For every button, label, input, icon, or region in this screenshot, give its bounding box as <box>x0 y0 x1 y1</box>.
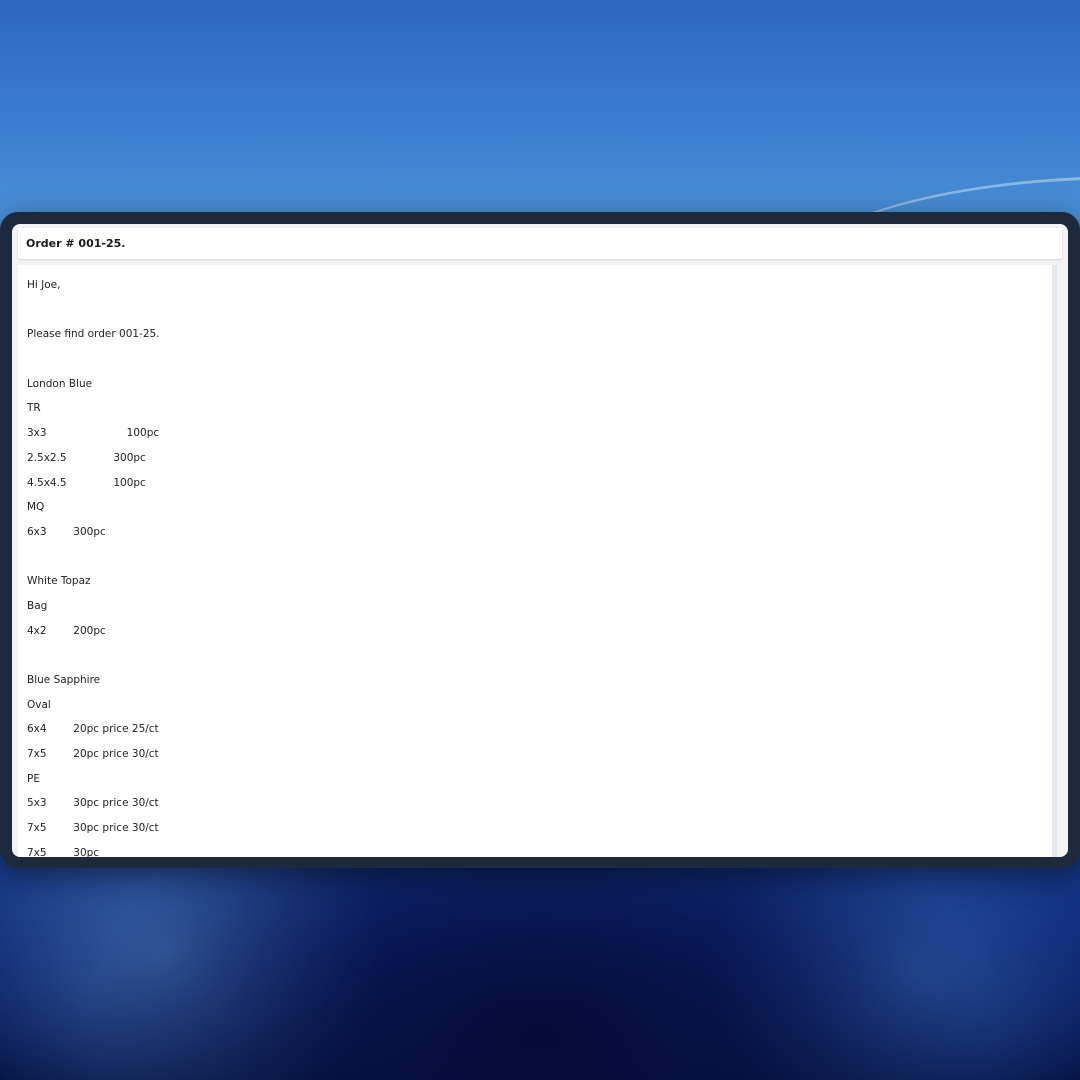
body-line: 4x2 200pc <box>27 624 106 637</box>
body-line <box>27 303 1052 328</box>
body-line: Oval <box>27 698 51 711</box>
body-line: MQ <box>27 501 45 514</box>
email-window: Order # 001-25. Hi Joe, Please find orde… <box>12 224 1068 857</box>
body-line: 6x3 300pc <box>27 525 106 538</box>
body-line: 2.5x2.5 300pc <box>27 451 146 464</box>
body-line: 4.5x4.5 100pc <box>27 476 146 489</box>
body-line: White Topaz <box>27 575 91 588</box>
body-line: 7x5 30pc <box>27 846 100 857</box>
body-line: Hi Joe, <box>27 279 61 291</box>
body-line: 5x3 30pc price 30/ct <box>27 797 159 810</box>
body-line: London Blue <box>27 377 93 390</box>
body-line: PE <box>27 772 40 785</box>
body-line <box>27 352 1052 377</box>
subject-bar: Order # 001-25. <box>18 228 1062 259</box>
body-line: 7x5 20pc price 30/ct <box>27 748 159 761</box>
body-line: TR <box>27 402 41 415</box>
body-line: Please find order 001-25. <box>27 328 160 341</box>
body-line: 6x4 20pc price 25/ct <box>27 723 159 736</box>
body-line: Bag <box>27 599 48 612</box>
body-line <box>27 648 1052 673</box>
email-body[interactable]: Hi Joe, Please find order 001-25. London… <box>18 265 1057 857</box>
email-subject: Order # 001-25. <box>26 237 126 250</box>
desktop-wallpaper: Order # 001-25. Hi Joe, Please find orde… <box>0 0 1080 1080</box>
body-line: 7x5 30pc price 30/ct <box>27 822 159 835</box>
body-line: 3x3 100pc <box>27 427 160 440</box>
body-line <box>27 550 1052 575</box>
body-line: Blue Sapphire <box>27 674 101 686</box>
